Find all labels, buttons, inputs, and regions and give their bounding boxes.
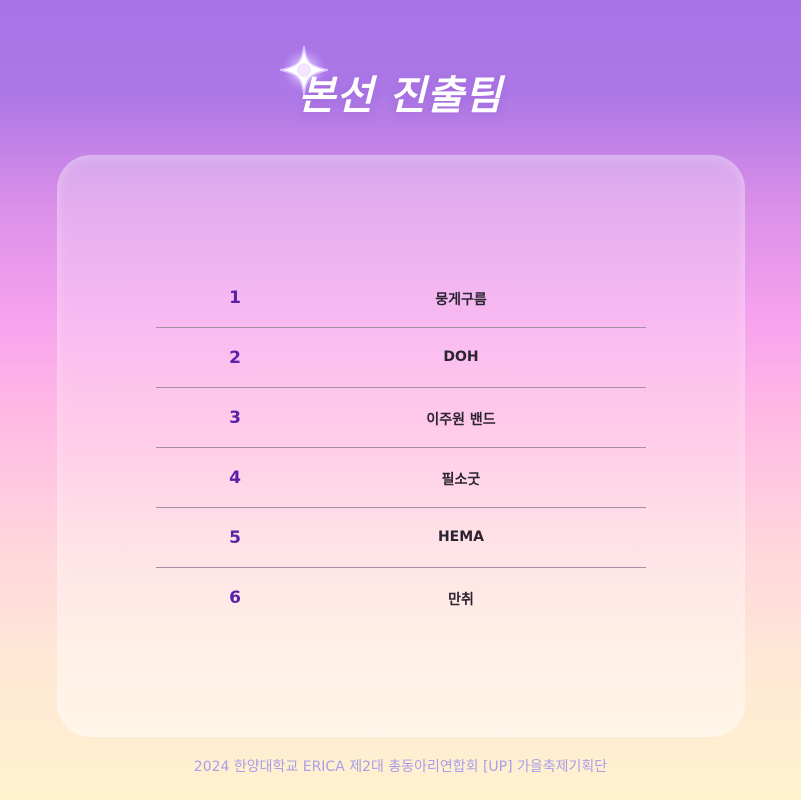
- team-name: DOH: [443, 349, 479, 365]
- footer-credit: 2024 한양대학교 ERICA 제2대 총동아리연합회 [UP] 가을축제기획…: [193, 759, 608, 775]
- team-name: 뭉게구름: [435, 292, 487, 308]
- list-item: 3 이주원 밴드: [156, 388, 646, 448]
- team-name: HEMA: [437, 529, 485, 545]
- team-name: 만취: [448, 592, 474, 608]
- rank-number: 1: [229, 288, 241, 308]
- rank-number: 6: [229, 588, 241, 608]
- team-name: 필소굿: [441, 472, 481, 488]
- list-item: 2 DOH: [156, 328, 646, 388]
- rank-number: 5: [229, 528, 241, 548]
- list-item: 6 만취: [156, 568, 646, 628]
- team-list: 1 뭉게구름 2 DOH 3 이주원 밴드 4 필소굿 5 HEMA 6 만취: [156, 268, 646, 628]
- list-item: 4 필소굿: [156, 448, 646, 508]
- page-title: 본선 진출팀: [298, 73, 503, 119]
- rank-number: 3: [229, 408, 241, 428]
- rank-number: 2: [229, 348, 241, 368]
- header: 본선 진출팀: [0, 62, 801, 122]
- list-item: 5 HEMA: [156, 508, 646, 568]
- rank-number: 4: [229, 468, 241, 488]
- team-name: 이주원 밴드: [426, 412, 496, 428]
- list-item: 1 뭉게구름: [156, 268, 646, 328]
